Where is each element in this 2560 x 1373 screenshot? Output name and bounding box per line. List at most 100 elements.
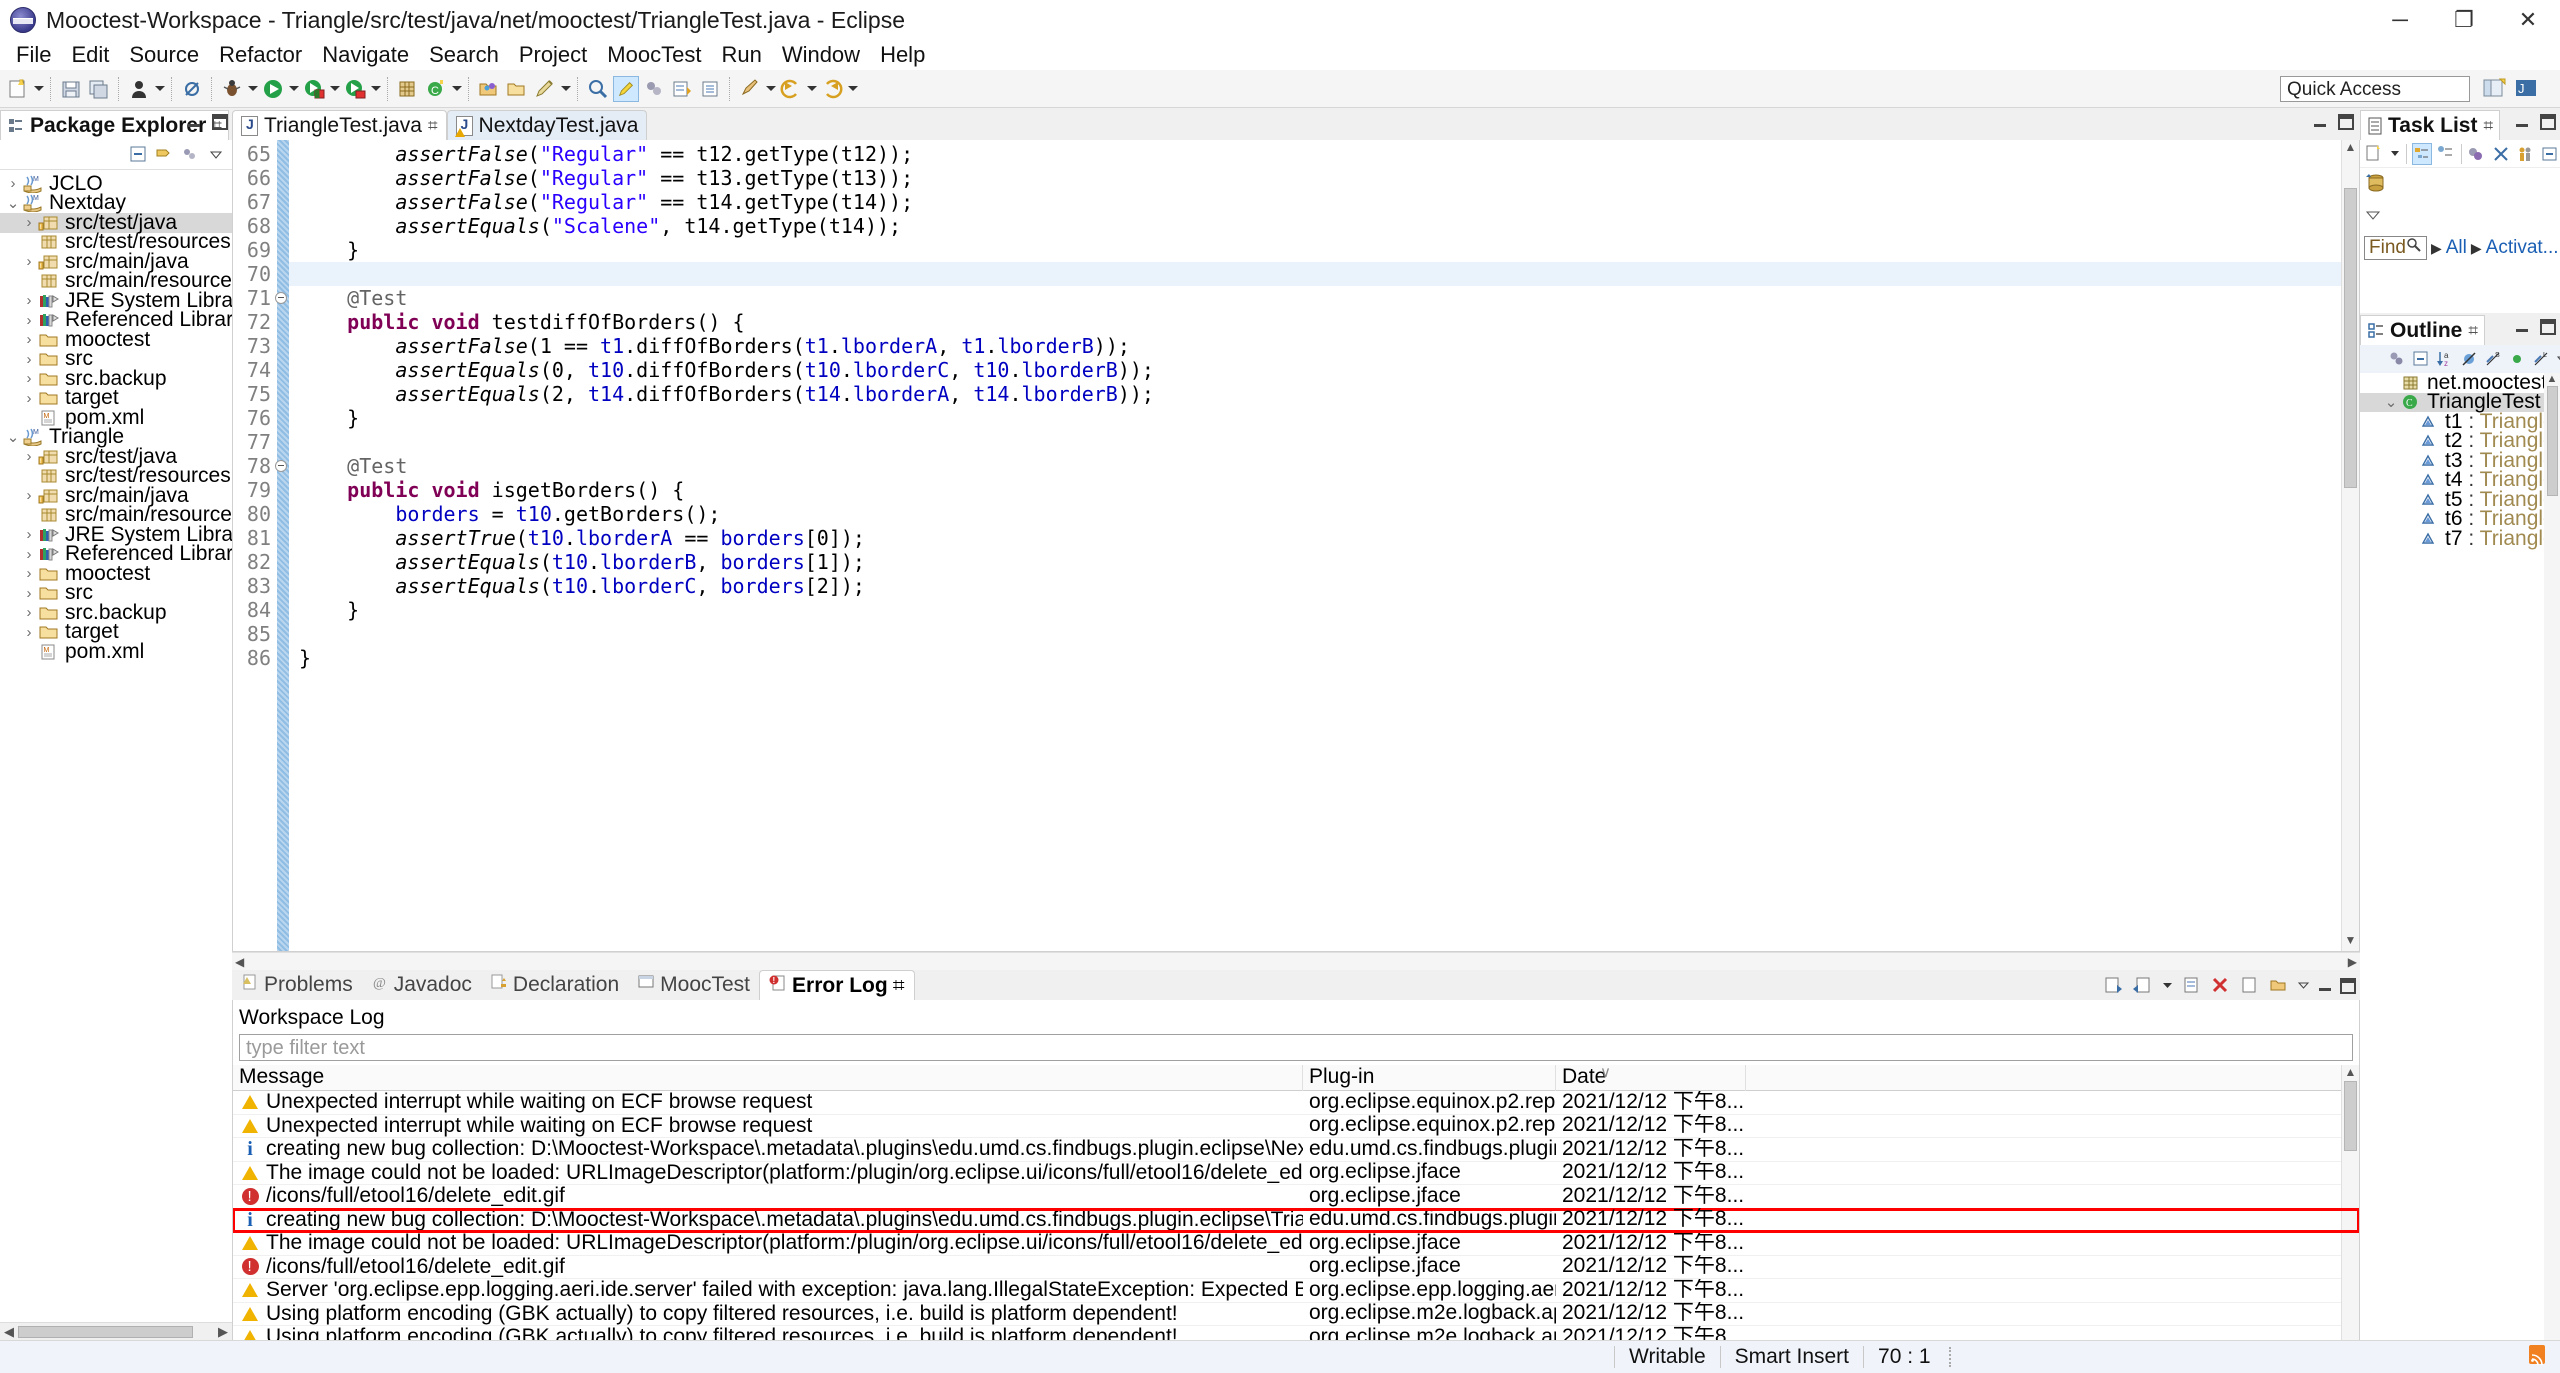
profile-icon[interactable] <box>342 76 368 102</box>
column-header-message[interactable]: Message <box>233 1065 1303 1091</box>
chevron-down-icon[interactable]: ⌄ <box>4 194 22 212</box>
package-explorer-tree[interactable]: › M JCLO ⌄ M Nextday ›! src/test/java src/test/r… <box>0 170 232 1322</box>
editor-hscrollbar[interactable]: ◀ ▶ <box>232 952 2360 970</box>
categorized-view-icon[interactable] <box>2411 142 2432 165</box>
scroll-thumb[interactable] <box>2344 188 2357 488</box>
log-row[interactable]: i creating new bug collection: D:\Mooctes… <box>233 1207 2359 1233</box>
log-row[interactable]: i creating new bug collection: D:\Mooctes… <box>233 1138 2359 1162</box>
code-line[interactable]: assertEquals(0, t10.diffOfBorders(t10.lb… <box>289 358 2341 382</box>
code-line[interactable]: assertTrue(t10.lborderA == borders[0]); <box>289 526 2341 550</box>
maximize-icon[interactable] <box>2540 319 2556 335</box>
log-row[interactable]: The image could not be loaded: URLImageD… <box>233 1232 2359 1256</box>
filter-input[interactable]: type filter text <box>239 1034 2353 1061</box>
minimize-icon[interactable] <box>2317 978 2333 994</box>
code-line[interactable]: @Test <box>289 286 2341 310</box>
new-java-project-icon[interactable] <box>395 76 421 102</box>
debug-dropdown-icon[interactable] <box>246 76 259 102</box>
bottom-tab-declaration[interactable]: Declaration <box>481 970 628 1000</box>
tab-task-list[interactable]: Task List ⌗ <box>2360 110 2501 140</box>
package-explorer-hscrollbar[interactable]: ◀ ▶ <box>0 1322 232 1340</box>
menu-run[interactable]: Run <box>711 40 771 70</box>
chevron-right-icon[interactable]: › <box>20 546 38 563</box>
pencil-dropdown-icon[interactable] <box>559 76 572 102</box>
chevron-right-icon[interactable]: › <box>20 253 38 270</box>
chevron-right-icon[interactable]: › <box>20 312 38 329</box>
bottom-tab-error-log[interactable]: ! Error Log ⌗ <box>759 970 915 1000</box>
link-with-editor-icon[interactable] <box>154 144 176 166</box>
column-header-date[interactable]: Date ∨ <box>1556 1065 1746 1091</box>
chevron-right-icon[interactable]: › <box>20 624 38 641</box>
code-line[interactable] <box>289 262 2341 286</box>
code-line[interactable]: assertFalse("Regular" == t14.getType(t14… <box>289 190 2341 214</box>
menu-file[interactable]: File <box>6 40 61 70</box>
code-line[interactable]: assertFalse(1 == t1.diffOfBorders(t1.lbo… <box>289 334 2341 358</box>
new-class-icon[interactable]: C <box>423 76 449 102</box>
log-row[interactable]: Unexpected interrupt while waiting on EC… <box>233 1091 2359 1115</box>
import-log-icon[interactable] <box>2132 975 2154 997</box>
code-line[interactable] <box>289 430 2341 454</box>
code-line[interactable] <box>289 622 2341 646</box>
tree-item[interactable]: › mooctest <box>0 328 232 351</box>
fold-collapse-icon[interactable] <box>275 292 287 304</box>
task-list-body[interactable]: Find ▶ All ▶ Activat... <box>2360 168 2560 313</box>
menu-mooctest[interactable]: MoocTest <box>597 40 711 70</box>
search-icon[interactable] <box>2406 237 2422 259</box>
chevron-down-icon[interactable] <box>2364 202 2384 220</box>
menu-help[interactable]: Help <box>870 40 935 70</box>
new-class-dropdown-icon[interactable] <box>450 76 463 102</box>
hide-non-public-icon[interactable] <box>2508 348 2526 370</box>
collapse-all-icon[interactable] <box>2412 348 2430 370</box>
next-annotation-icon[interactable] <box>669 76 695 102</box>
last-edit-dropdown-icon[interactable] <box>764 76 777 102</box>
minimize-icon[interactable] <box>186 114 202 130</box>
chevron-right-icon[interactable]: › <box>20 604 38 621</box>
log-row[interactable]: The image could not be loaded: URLImageD… <box>233 1161 2359 1185</box>
save-icon[interactable] <box>58 76 84 102</box>
menu-project[interactable]: Project <box>509 40 597 70</box>
menu-navigate[interactable]: Navigate <box>312 40 419 70</box>
close-icon[interactable]: ⌗ <box>2468 321 2478 341</box>
editor-vscrollbar[interactable]: ▲ ▼ <box>2341 140 2359 951</box>
hide-local-types-icon[interactable]: L <box>2532 348 2550 370</box>
chevron-down-icon[interactable]: ⌄ <box>4 428 22 446</box>
coverage-icon[interactable] <box>301 76 327 102</box>
export-log-icon[interactable] <box>2103 975 2125 997</box>
collapse-all-icon[interactable] <box>2492 143 2511 165</box>
close-button[interactable]: ✕ <box>2496 0 2560 40</box>
outline-item[interactable]: t7 : Triangle <box>2360 527 2560 550</box>
run-icon[interactable] <box>260 76 286 102</box>
column-header-plugin[interactable]: Plug-in <box>1303 1065 1556 1091</box>
close-icon[interactable]: ⌗ <box>893 974 905 998</box>
scroll-up-icon[interactable]: ▲ <box>2342 1065 2359 1079</box>
close-icon[interactable]: ⌗ <box>428 116 438 136</box>
filter-activated-link[interactable]: Activat... <box>2486 237 2559 259</box>
code-editor[interactable]: 65 66 67 68 69 70 71 72 73 74 75 76 77 78 79 80 81 82 83 84… <box>232 140 2360 952</box>
log-row[interactable]: /icons/full/etool16/delete_edit.gif org.e… <box>233 1185 2359 1209</box>
bottom-tab-problems[interactable]: Problems <box>232 970 362 1000</box>
person-icon[interactable] <box>126 76 152 102</box>
chevron-down-icon[interactable] <box>2389 143 2401 165</box>
chevron-right-icon[interactable]: › <box>20 526 38 543</box>
code-line[interactable]: assertEquals(2, t14.diffOfBorders(t14.lb… <box>289 382 2341 406</box>
scheduled-view-icon[interactable] <box>2437 143 2456 165</box>
previous-annotation-icon[interactable] <box>697 76 723 102</box>
scroll-thumb[interactable] <box>18 1325 193 1338</box>
code-line[interactable]: borders = t10.getBorders(); <box>289 502 2341 526</box>
minimize-button[interactable]: ─ <box>2368 0 2432 40</box>
new-task-icon[interactable] <box>2364 143 2384 165</box>
code-line[interactable]: @Test <box>289 454 2341 478</box>
back-icon[interactable] <box>778 76 804 102</box>
hide-fields-icon[interactable] <box>2460 348 2478 370</box>
forward-icon[interactable] <box>819 76 845 102</box>
chevron-right-icon[interactable]: › <box>20 585 38 602</box>
outline-vscrollbar[interactable]: ▲ <box>2544 373 2560 1340</box>
menu-edit[interactable]: Edit <box>61 40 119 70</box>
run-dropdown-icon[interactable] <box>287 76 300 102</box>
menu-refactor[interactable]: Refactor <box>209 40 312 70</box>
hide-static-icon[interactable]: S <box>2484 348 2502 370</box>
code-line[interactable]: public void testdiffOfBorders() { <box>289 310 2341 334</box>
scroll-up-icon[interactable]: ▲ <box>2544 373 2560 385</box>
minimize-icon[interactable] <box>2514 319 2530 335</box>
editor-tab[interactable]: TriangleTest.java ⌗ <box>232 110 447 140</box>
task-repository-icon[interactable] <box>2364 172 2386 194</box>
